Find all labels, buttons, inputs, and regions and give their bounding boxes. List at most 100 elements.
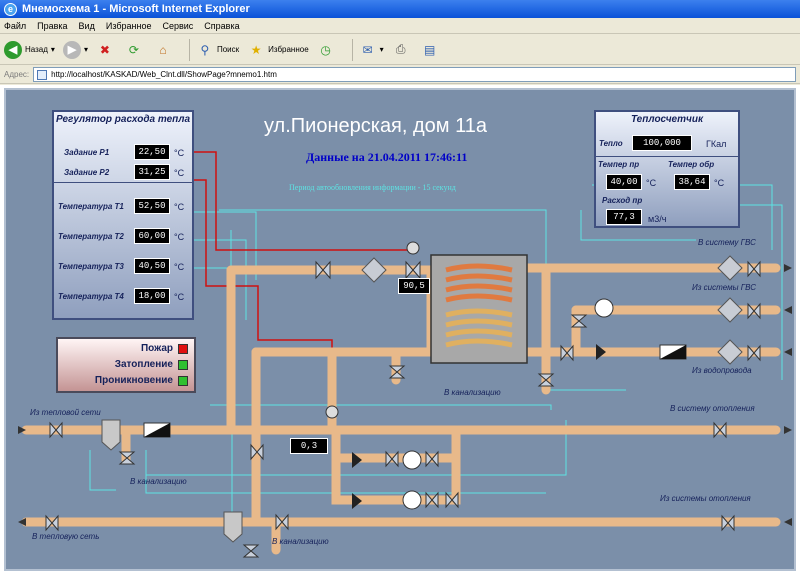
alarm-panel: Пожар Затопление Проникновение	[56, 337, 196, 393]
refresh-period: Период автообновления информации - 15 се…	[289, 183, 456, 192]
temp-t4-label: Температура Т4	[58, 292, 124, 301]
alarm-intrusion: Проникновение	[95, 375, 188, 386]
alarm-intrusion-label: Проникновение	[94, 375, 173, 386]
temp-t2-label: Температура Т2	[58, 232, 124, 241]
dropdown-arrow-icon[interactable]: ▾	[51, 45, 55, 54]
temp-t3-label: Температура Т3	[58, 262, 124, 271]
favorites-button[interactable]: ★ Избранное	[247, 41, 309, 59]
alarm-fire: Пожар	[141, 343, 188, 354]
window-titlebar: e Мнемосхема 1 - Microsoft Internet Expl…	[0, 0, 800, 18]
label-from-heat-net: Из тепловой сети	[30, 408, 101, 417]
setpoint-p2-value: 31,25	[134, 164, 170, 180]
valve-icon	[425, 491, 439, 509]
t-return-label: Темпер обр	[668, 160, 715, 169]
valve-bottom-readout: 0,3	[290, 438, 328, 454]
signal-line	[89, 450, 116, 491]
valve-top-readout: 90,5	[398, 278, 430, 294]
home-icon: ⌂	[159, 42, 167, 57]
t-supply-label: Темпер пр	[598, 160, 640, 169]
setpoint-p1-value: 22,50	[134, 144, 170, 160]
alarm-lamp-icon	[178, 359, 188, 370]
favorites-label: Избранное	[268, 45, 309, 54]
pump-icon	[402, 490, 422, 510]
forward-button[interactable]: ▶ ▾	[62, 40, 88, 59]
setpoint-p1-unit: °C	[174, 148, 185, 158]
toolbar-separator	[351, 38, 353, 61]
actuator-icon	[406, 241, 420, 255]
control-line	[192, 179, 333, 415]
menu-edit[interactable]: Правка	[37, 21, 67, 31]
history-icon: ◷	[320, 42, 331, 57]
alarm-flood: Затопление	[115, 359, 188, 370]
check-valve-icon	[596, 344, 606, 360]
temp-t1-label: Температура Т1	[58, 202, 124, 211]
alarm-lamp-icon	[178, 343, 188, 354]
t-return-value: 38,64	[674, 174, 710, 190]
back-label: Назад	[25, 45, 48, 54]
menu-favorites[interactable]: Избранное	[106, 21, 152, 31]
home-button[interactable]: ⌂	[154, 41, 175, 59]
label-from-water: Из водопровода	[692, 366, 752, 375]
mud-trap-icon	[223, 511, 243, 543]
arrow-right-icon	[784, 426, 792, 434]
page-icon	[37, 69, 48, 80]
dropdown-arrow-icon[interactable]: ▾	[380, 45, 384, 54]
arrow-right-icon	[784, 264, 792, 272]
valve-icon	[49, 421, 63, 439]
regulator-title: Регулятор расхода тепла	[55, 114, 191, 125]
label-from-heating: Из системы отопления	[660, 494, 751, 503]
temp-t3-value: 40,50	[134, 258, 170, 274]
address-url: http://localhost/KASKAD/Web_Clnt.dll/Sho…	[51, 70, 277, 79]
menu-file[interactable]: Файл	[4, 21, 26, 31]
valve-icon	[315, 260, 331, 280]
edit-page-icon: ▤	[424, 42, 436, 57]
label-sewer-mid: В канализацию	[444, 388, 501, 397]
temp-t1-unit: °C	[174, 202, 185, 212]
label-to-heating: В систему отопления	[670, 404, 755, 413]
mail-icon: ✉	[362, 42, 373, 57]
ie-logo-icon: e	[4, 2, 17, 16]
stop-button[interactable]: ✖	[96, 41, 117, 59]
arrow-left-icon	[18, 518, 26, 526]
page-title: ул.Пионерская, дом 11а	[264, 115, 487, 137]
alarm-fire-label: Пожар	[140, 343, 173, 354]
menu-view[interactable]: Вид	[79, 21, 95, 31]
menu-tools[interactable]: Сервис	[162, 21, 193, 31]
alarm-lamp-icon	[178, 375, 188, 386]
back-button[interactable]: ◀ Назад ▾	[4, 40, 55, 59]
arrow-left-icon	[784, 306, 792, 314]
filter-icon	[717, 297, 743, 323]
filter-icon	[361, 257, 387, 283]
actuator-icon	[325, 405, 339, 419]
pump-icon	[402, 450, 422, 470]
temp-t2-unit: °C	[174, 232, 185, 242]
edit-button[interactable]: ▤	[421, 41, 442, 59]
address-bar: Адрес: http://localhost/KASKAD/Web_Clnt.…	[0, 66, 800, 84]
search-button[interactable]: ⚲ Поиск	[196, 41, 240, 59]
search-icon: ⚲	[200, 42, 210, 57]
setpoint-p2-label: Задание Р2	[64, 168, 110, 177]
temp-t2-value: 60,00	[134, 228, 170, 244]
mail-button[interactable]: ✉ ▾	[359, 41, 384, 59]
toolbar-separator	[188, 38, 190, 61]
valve-icon	[242, 544, 260, 558]
flow-unit: м3/ч	[648, 214, 667, 224]
valve-icon	[537, 373, 555, 387]
print-button[interactable]: ⎙	[392, 41, 413, 59]
signal-line	[194, 239, 247, 320]
valve-icon	[713, 421, 727, 439]
search-label: Поиск	[216, 45, 240, 54]
label-sewer-left: В канализацию	[130, 477, 187, 486]
temp-t4-value: 18,00	[134, 288, 170, 304]
history-button[interactable]: ◷	[317, 41, 338, 59]
refresh-button[interactable]: ⟳	[125, 41, 146, 59]
filter-icon	[717, 255, 743, 281]
label-to-hws: В систему ГВС	[698, 238, 756, 247]
valve-icon	[405, 260, 421, 280]
mnemo-scheme: Регулятор расхода тепла Задание Р1 22,50…	[4, 88, 796, 571]
address-input[interactable]: http://localhost/KASKAD/Web_Clnt.dll/Sho…	[33, 67, 796, 82]
menu-help[interactable]: Справка	[204, 21, 239, 31]
dropdown-arrow-icon[interactable]: ▾	[84, 45, 88, 54]
t-supply-unit: °C	[646, 178, 657, 188]
alarm-flood-label: Затопление	[114, 359, 173, 370]
